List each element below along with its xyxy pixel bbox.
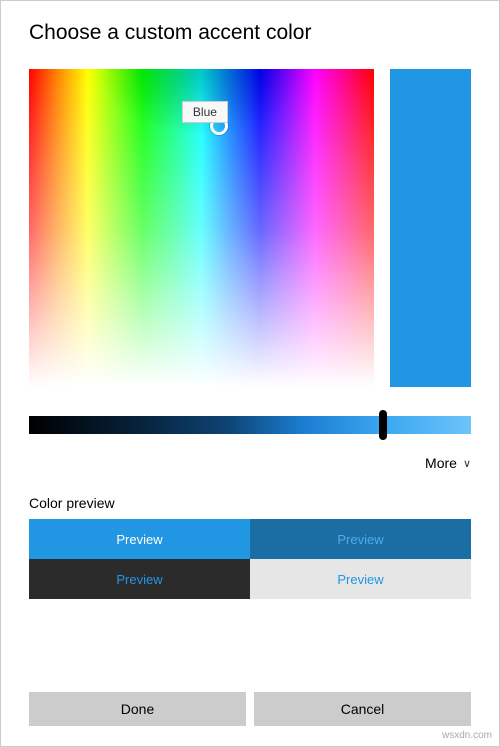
value-track (29, 416, 471, 434)
preview-cell-dark-bg: Preview (29, 559, 250, 599)
picker-row: Blue (29, 69, 471, 387)
preview-cell-light-accent: Preview (29, 519, 250, 559)
color-picker-dialog: Choose a custom accent color Blue More ∨… (0, 0, 500, 747)
preview-grid: Preview Preview Preview Preview (29, 519, 471, 599)
more-label: More (425, 455, 457, 471)
watermark: wsxdn.com (442, 730, 492, 741)
selected-color-swatch (390, 69, 471, 387)
done-button[interactable]: Done (29, 692, 246, 726)
value-thumb[interactable] (379, 410, 387, 440)
button-row: Done Cancel (29, 668, 471, 726)
dialog-title: Choose a custom accent color (29, 21, 471, 45)
preview-heading: Color preview (29, 495, 471, 511)
more-toggle[interactable]: More ∨ (29, 455, 471, 471)
color-spectrum[interactable]: Blue (29, 69, 374, 387)
value-slider[interactable] (29, 413, 471, 437)
color-tooltip: Blue (182, 101, 228, 123)
preview-cell-light-bg: Preview (250, 559, 471, 599)
chevron-down-icon: ∨ (463, 457, 471, 470)
preview-cell-dark-accent: Preview (250, 519, 471, 559)
preview-section: Color preview Preview Preview Preview Pr… (29, 495, 471, 599)
cancel-button[interactable]: Cancel (254, 692, 471, 726)
